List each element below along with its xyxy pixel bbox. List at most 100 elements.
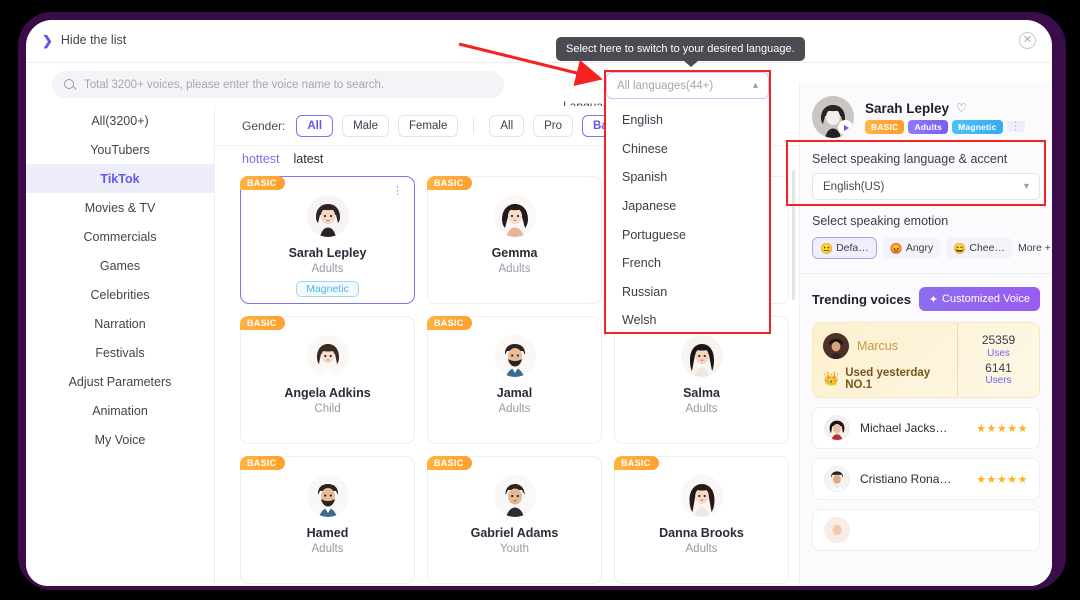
grid-scrollbar[interactable]: [792, 170, 795, 300]
sidebar-item-movies-tv[interactable]: Movies & TV: [26, 193, 214, 222]
language-option-portuguese[interactable]: Portuguese: [606, 220, 769, 249]
language-select[interactable]: All languages(44+) ▴: [606, 72, 769, 99]
language-option-french[interactable]: French: [606, 249, 769, 278]
sidebar-item-label: YouTubers: [90, 142, 150, 157]
sidebar-item-games[interactable]: Games: [26, 251, 214, 280]
avatar: [824, 415, 850, 441]
voice-card-angela-adkins[interactable]: BASIC Angela Adkins Child: [240, 316, 415, 444]
voice-card-danna-brooks[interactable]: BASIC Danna Brooks Adults: [614, 456, 789, 584]
voice-card-hamed[interactable]: BASIC Hamed Adults: [240, 456, 415, 584]
voice-name: Hamed: [306, 526, 349, 540]
gender-filter-all[interactable]: All: [296, 114, 334, 137]
trending-voice-item-michael-jackson[interactable]: Michael Jacks… ★★★★★: [812, 407, 1040, 449]
plan-badge: BASIC: [240, 176, 285, 190]
more-vertical-icon[interactable]: ⋮: [392, 186, 403, 197]
users-value: 6141: [985, 360, 1012, 375]
emoji-neutral-icon: 😐: [820, 242, 834, 255]
chevron-down-icon: ▾: [1023, 181, 1029, 192]
language-option-japanese[interactable]: Japanese: [606, 192, 769, 221]
plan-badge: BASIC: [614, 456, 659, 470]
featured-voice-subtitle: Used yesterday NO.1: [845, 367, 931, 391]
voice-name: Danna Brooks: [659, 526, 744, 540]
trending-voice-item-cristiano-ronaldo[interactable]: Cristiano Rona… ★★★★★: [812, 458, 1040, 500]
sidebar-item-celebrities[interactable]: Celebrities: [26, 280, 214, 309]
sidebar-item-tiktok[interactable]: TikTok: [26, 164, 214, 193]
language-option-spanish[interactable]: Spanish: [606, 163, 769, 192]
sidebar-item-my-voice[interactable]: My Voice: [26, 425, 214, 454]
sidebar-item-festivals[interactable]: Festivals: [26, 338, 214, 367]
emotion-title: Select speaking emotion: [812, 214, 949, 228]
crown-icon: 👑: [823, 371, 840, 386]
language-option-english[interactable]: English: [606, 106, 769, 135]
status-badge-basic: BASIC: [865, 119, 905, 134]
gender-filter-female[interactable]: Female: [398, 114, 459, 137]
close-icon[interactable]: ✕: [1019, 32, 1036, 49]
sidebar-item-label: Games: [99, 258, 141, 273]
avatar: [306, 335, 349, 377]
plan-filter-all[interactable]: All: [489, 114, 525, 137]
avatar: [306, 195, 349, 237]
sort-tabs: hottest latest: [242, 152, 323, 166]
voice-age: Adults: [498, 263, 531, 275]
sidebar-item-narration[interactable]: Narration: [26, 309, 214, 338]
plan-badge: BASIC: [427, 456, 472, 470]
sidebar-item-label: Movies & TV: [84, 200, 156, 215]
featured-voice-name: Marcus: [857, 339, 898, 353]
more-emotions-label: More +14: [1017, 242, 1052, 254]
heart-icon[interactable]: ♡: [956, 101, 967, 115]
trending-header: Trending voices ✦ Customized Voice: [812, 287, 1040, 311]
sidebar-item-commercials[interactable]: Commercials: [26, 222, 214, 251]
language-dropdown: All languages(44+) ▴ English Chinese Spa…: [606, 72, 769, 331]
emotion-chip-cheerful[interactable]: 😄 Chee…: [946, 237, 1012, 259]
accent-select[interactable]: English(US) ▾: [812, 173, 1040, 200]
sidebar-item-animation[interactable]: Animation: [26, 396, 214, 425]
featured-voice-card[interactable]: Marcus 👑 Used yesterday NO.1 25359 Uses …: [812, 322, 1040, 398]
sidebar-item-all[interactable]: All(3200+): [26, 106, 214, 135]
avatar: [493, 335, 536, 377]
tooltip: Select here to switch to your desired la…: [556, 37, 805, 67]
sidebar-item-adjust-parameters[interactable]: Adjust Parameters: [26, 367, 214, 396]
avatar: [824, 466, 850, 492]
language-option-welsh[interactable]: Welsh: [606, 306, 769, 331]
language-option-chinese[interactable]: Chinese: [606, 135, 769, 164]
emotion-chip-angry[interactable]: 😡 Angry: [882, 237, 941, 259]
voice-card-gemma[interactable]: BASIC Gemma Adults: [427, 176, 602, 304]
voice-name: Gemma: [491, 246, 538, 260]
emotion-chip-row: 😐 Defa… 😡 Angry 😄 Chee… More +14 ▾: [812, 237, 1052, 259]
emoji-angry-icon: 😡: [889, 242, 903, 255]
sort-tab-hottest[interactable]: hottest: [242, 152, 280, 166]
gender-filter-male[interactable]: Male: [342, 114, 389, 137]
voice-detail-panel: Sarah Lepley ♡ BASIC Adults Magnetic ⋮ S…: [799, 82, 1052, 586]
sort-tab-latest[interactable]: latest: [294, 152, 324, 166]
voice-card-gabriel-adams[interactable]: BASIC Gabriel Adams Youth: [427, 456, 602, 584]
language-option-russian[interactable]: Russian: [606, 278, 769, 307]
voice-age: Youth: [500, 543, 529, 555]
plan-badge: BASIC: [240, 316, 285, 330]
language-select-value: All languages(44+): [617, 79, 714, 92]
avatar: [823, 333, 849, 359]
emotion-chip-label: Chee…: [969, 242, 1005, 254]
status-badge-adults: Adults: [908, 119, 949, 134]
search-input[interactable]: Total 3200+ voices, please enter the voi…: [52, 71, 504, 98]
voice-card-sarah-lepley[interactable]: BASIC ⋮ Sarah Lepley Adults Magnetic: [240, 176, 415, 304]
rating-stars: ★★★★★: [976, 473, 1028, 486]
voice-card-jamal[interactable]: BASIC Jamal Adults: [427, 316, 602, 444]
avatar: [680, 475, 723, 517]
voice-age: Adults: [685, 403, 718, 415]
sidebar-item-label: Narration: [94, 316, 146, 331]
chevron-right-icon: ❯: [42, 32, 53, 48]
customized-voice-button[interactable]: ✦ Customized Voice: [918, 287, 1040, 311]
emotion-chip-default[interactable]: 😐 Defa…: [812, 237, 877, 259]
magic-wand-icon: ✦: [928, 293, 938, 306]
more-vertical-icon[interactable]: ⋮: [1006, 121, 1025, 132]
hide-list-button[interactable]: ❯ Hide the list: [42, 33, 126, 47]
sidebar-item-label: Adjust Parameters: [68, 374, 172, 389]
plan-filter-pro[interactable]: Pro: [533, 114, 574, 137]
more-emotions-button[interactable]: More +14 ▾: [1018, 242, 1052, 254]
trending-voice-item-partial[interactable]: [812, 509, 1040, 551]
voice-card-salma[interactable]: BASIC Salma: [614, 316, 789, 444]
rating-stars: ★★★★★: [976, 422, 1028, 435]
play-icon[interactable]: [838, 120, 853, 135]
sidebar-item-youtubers[interactable]: YouTubers: [26, 135, 214, 164]
voice-detail-chips: BASIC Adults Magnetic ⋮: [865, 119, 1025, 134]
